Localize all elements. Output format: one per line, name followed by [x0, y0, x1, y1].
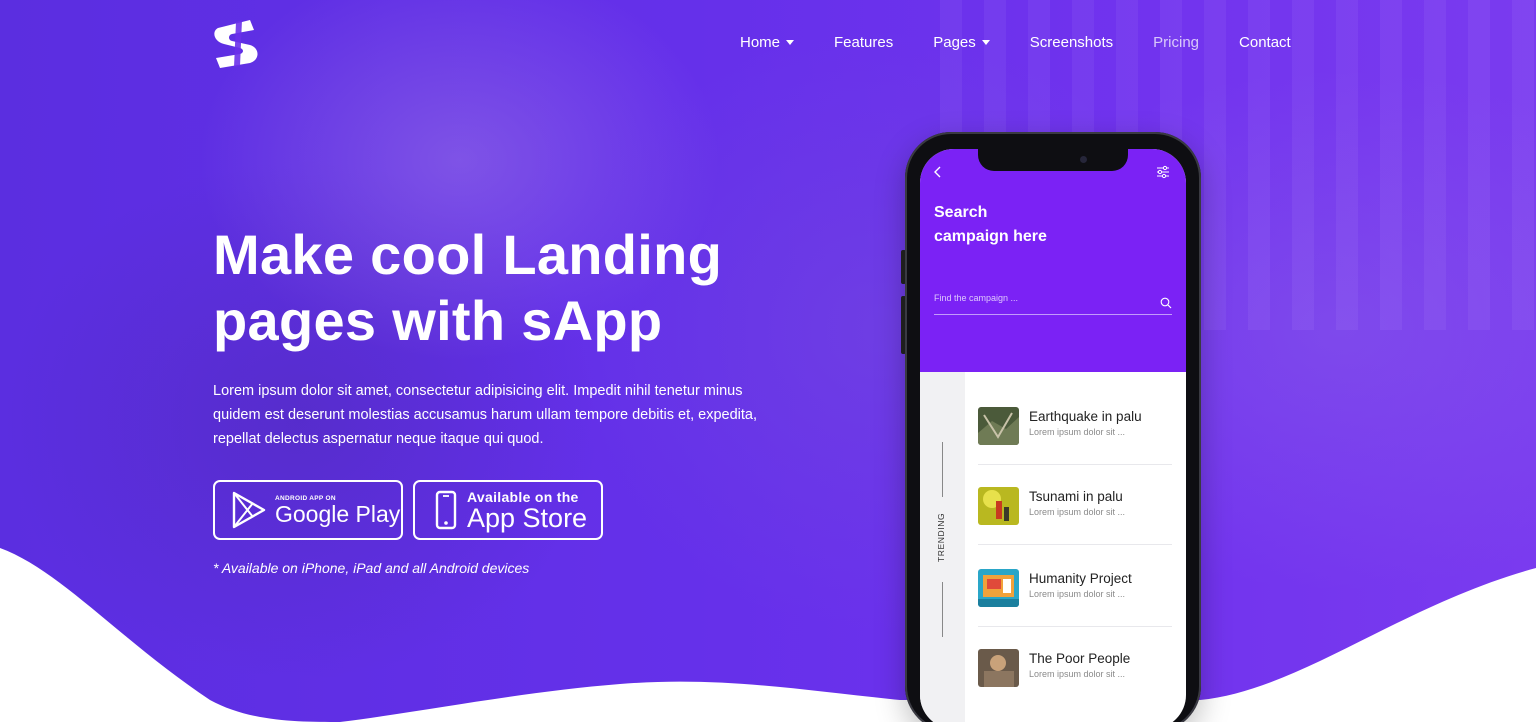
phone-screen: Search campaign here Find the campaign .…	[920, 149, 1186, 722]
brand-logo[interactable]	[210, 14, 268, 70]
hero-lead-text: Lorem ipsum dolor sit amet, consectetur …	[213, 383, 758, 447]
google-play-icon	[232, 491, 266, 529]
nav-label: Screenshots	[1029, 33, 1114, 51]
thumbnail-poor-people	[978, 649, 1019, 687]
title-line-1: Search	[934, 204, 988, 221]
title-line-2: campaign here	[934, 228, 1047, 245]
app-store-button[interactable]: Available on the App Store	[413, 480, 603, 540]
list-item-title: Tsunami in palu	[1029, 489, 1123, 504]
logo-s-icon	[214, 20, 258, 68]
iphone-icon	[435, 490, 457, 530]
nav-item-screenshots[interactable]: Screenshots	[1030, 30, 1113, 54]
search-underline	[934, 314, 1172, 315]
headline-line-2: pages with sApp	[213, 289, 663, 352]
chevron-down-icon	[786, 39, 795, 45]
app-header-panel	[920, 149, 1186, 372]
nav-item-pricing[interactable]: Pricing	[1153, 30, 1199, 54]
list-item-subtitle: Lorem ipsum dolor sit ...	[1029, 589, 1126, 599]
nav-label: Home	[740, 33, 781, 51]
nav-label: Pages	[933, 33, 976, 51]
main-nav: Home Features Pages Screenshots Pricing …	[740, 30, 1291, 54]
back-arrow-icon[interactable]	[932, 165, 944, 179]
sidebar-divider	[942, 442, 943, 497]
sidebar-divider	[942, 582, 943, 637]
list-item-title: Earthquake in palu	[1029, 409, 1142, 424]
hero-section: Home Features Pages Screenshots Pricing …	[0, 0, 1536, 722]
list-item[interactable]: Tsunami in palu Lorem ipsum dolor sit ..…	[978, 465, 1172, 545]
nav-item-home[interactable]: Home	[740, 30, 795, 54]
nav-item-features[interactable]: Features	[834, 30, 893, 54]
nav-label: Features	[834, 33, 894, 51]
google-play-button[interactable]: ANDROID APP ON Google Play	[213, 480, 403, 540]
trending-sidebar: TRENDING	[920, 372, 965, 722]
app-store-big-text: App Store	[467, 502, 588, 533]
google-play-big-text: Google Play	[275, 500, 401, 527]
list-item-subtitle: Lorem ipsum dolor sit ...	[1029, 427, 1126, 437]
hero-headline: Make cool Landing pages with sApp	[213, 222, 773, 354]
search-icon[interactable]	[1160, 297, 1172, 309]
trending-label[interactable]: TRENDING	[936, 513, 946, 562]
thumbnail-earthquake	[978, 407, 1019, 445]
thumbnail-tsunami	[978, 487, 1019, 525]
thumbnail-humanity	[978, 569, 1019, 607]
list-item[interactable]: The Poor People Lorem ipsum dolor sit ..…	[978, 627, 1172, 707]
nav-item-pages[interactable]: Pages	[933, 30, 990, 54]
phone-notch	[978, 149, 1128, 171]
phone-mockup: Search campaign here Find the campaign .…	[905, 132, 1201, 722]
list-item-title: The Poor People	[1029, 651, 1131, 666]
list-item[interactable]: Humanity Project Lorem ipsum dolor sit .…	[978, 547, 1172, 627]
bottom-wave	[0, 548, 1536, 722]
list-item-title: Humanity Project	[1029, 571, 1132, 586]
app-screen-title: Search campaign here	[934, 201, 1114, 249]
headline-line-1: Make cool Landing	[213, 223, 723, 286]
campaign-search-input[interactable]: Find the campaign ...	[934, 293, 1134, 307]
list-item[interactable]: Earthquake in palu Lorem ipsum dolor sit…	[978, 385, 1172, 465]
camera-dot	[1080, 156, 1087, 163]
list-item-subtitle: Lorem ipsum dolor sit ...	[1029, 669, 1126, 679]
chevron-down-icon	[981, 39, 990, 45]
nav-label: Contact	[1239, 33, 1291, 51]
nav-label: Pricing	[1153, 33, 1200, 51]
availability-note: * Available on iPhone, iPad and all Andr…	[213, 560, 530, 576]
list-item-subtitle: Lorem ipsum dolor sit ...	[1029, 507, 1126, 517]
list-divider	[978, 544, 1172, 545]
nav-item-contact[interactable]: Contact	[1239, 30, 1291, 54]
filter-sliders-icon[interactable]	[1156, 165, 1170, 179]
